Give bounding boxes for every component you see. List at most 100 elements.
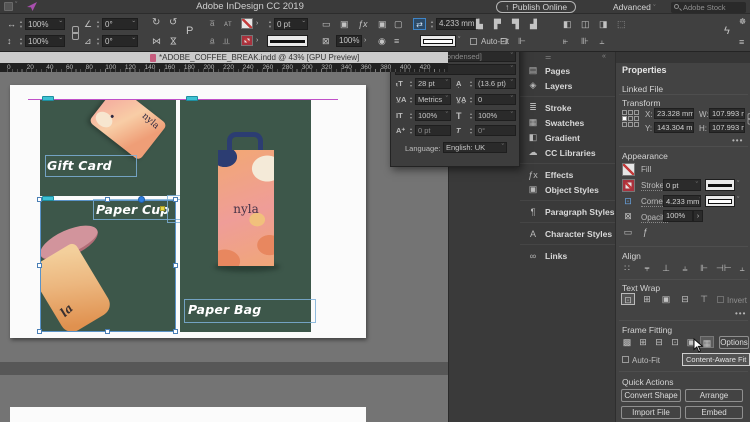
text-wrap-more-icon[interactable]: ••• xyxy=(735,309,746,318)
kerning-field[interactable]: Metrics xyxy=(415,94,451,105)
superscript-icon[interactable]: a̅ xyxy=(210,18,214,30)
rotate-cw-button[interactable]: ↻ xyxy=(152,17,160,29)
vscale-stepper[interactable]: ▴▾ xyxy=(408,112,414,120)
corner-edit-widget[interactable] xyxy=(160,206,165,211)
rotation-stepper[interactable]: ▴▾ xyxy=(95,20,101,29)
gap-value-field[interactable]: 4.233 mm xyxy=(436,18,478,30)
select-content-icon[interactable]: ▢ xyxy=(394,18,403,30)
tracking-stepper[interactable]: ▴▾ xyxy=(468,96,474,104)
dock-item-object-styles[interactable]: ▣Object Styles xyxy=(520,182,615,197)
collapse-panels-icon[interactable]: « xyxy=(602,53,606,60)
h-field[interactable]: 107.993 mm xyxy=(709,122,745,133)
paper-cup-frame[interactable]: la xyxy=(40,200,176,332)
dock-grip-icon[interactable]: ⚌ xyxy=(545,53,551,61)
dock-item-cc-libraries[interactable]: ☁CC Libraries xyxy=(520,145,615,160)
align-to-icon[interactable]: ∷ xyxy=(620,262,634,274)
align-center-v-icon[interactable]: ⊣⊢ xyxy=(716,262,730,274)
gift-card-label[interactable]: Gift Card xyxy=(47,158,112,173)
rotate-ccw-button[interactable]: ↺ xyxy=(169,17,177,29)
stroke-weight-stepper[interactable]: ▴▾ xyxy=(267,20,273,29)
scale-w-field[interactable]: 100% xyxy=(25,18,65,30)
page-2[interactable] xyxy=(10,407,366,422)
stroke-swatch[interactable] xyxy=(622,179,635,192)
dock-item-stroke[interactable]: ≣Stroke xyxy=(520,100,615,115)
handle-bottom-right[interactable] xyxy=(173,329,178,334)
wrap-jump-column-icon[interactable]: ⊤ xyxy=(697,293,711,305)
workspace-switcher[interactable]: Advanced ˇ xyxy=(613,2,656,12)
stroke-preview-dropdown[interactable] xyxy=(420,35,456,47)
horizontal-ruler[interactable]: 0204060801001201401601802002202402602803… xyxy=(0,63,448,72)
dock-item-layers[interactable]: ◈Layers xyxy=(520,78,615,93)
stroke-weight-field[interactable]: 0 pt xyxy=(663,179,701,191)
opacity-flyout-icon[interactable]: › xyxy=(693,210,703,222)
character-formatting-icon[interactable]: P xyxy=(186,25,193,37)
flip-horizontal-button[interactable]: ⋈ xyxy=(152,35,161,47)
search-input[interactable]: Adobe Stock xyxy=(671,2,746,13)
tab-properties[interactable]: Properties xyxy=(622,65,667,75)
stroke-link[interactable]: Stroke xyxy=(641,181,664,191)
frame-corner-icon[interactable]: ▭ xyxy=(322,18,331,30)
align-right-icon[interactable]: ⫨ xyxy=(678,262,692,274)
align-bottom-icon[interactable]: ⫠ xyxy=(735,262,749,274)
shear-field[interactable]: 0° xyxy=(102,35,138,47)
font-size-field[interactable]: 28 pt xyxy=(415,78,451,89)
w-field[interactable]: 107.993 mm xyxy=(709,108,745,119)
vertical-scale-field[interactable]: 100% xyxy=(415,110,451,121)
reference-point-grid[interactable] xyxy=(622,110,639,127)
small-caps-icon[interactable]: ᴀᴛ xyxy=(224,18,232,30)
wrap-none-icon[interactable]: ◉ xyxy=(378,35,386,47)
horizontal-scale-field[interactable]: 100% xyxy=(475,110,516,121)
handle-mid-right[interactable] xyxy=(173,263,178,268)
dock-item-gradient[interactable]: ◧Gradient xyxy=(520,130,615,145)
center-content-icon[interactable]: ⊡ xyxy=(668,336,682,348)
gift-card-frame[interactable]: nyla xyxy=(40,100,176,196)
corner-link[interactable]: Corner xyxy=(641,197,665,207)
skew-field[interactable]: 0° xyxy=(475,125,516,136)
baseline-stepper[interactable]: ▴▾ xyxy=(408,127,414,135)
skew-stepper[interactable]: ▴▾ xyxy=(468,127,474,135)
convert-shape-button[interactable]: Convert Shape xyxy=(621,389,681,402)
underline-icon[interactable]: ı̲ı̲ xyxy=(224,35,228,47)
handle-bottom-center[interactable] xyxy=(105,329,110,334)
object-effect-icon[interactable]: ▣ xyxy=(340,18,349,30)
auto-fit-checkbox[interactable] xyxy=(470,38,477,45)
flip-vertical-button[interactable]: ⋈ xyxy=(168,37,180,46)
corner-style-dropdown[interactable] xyxy=(705,195,735,207)
language-select[interactable]: English: UK xyxy=(443,142,507,153)
gap-stepper[interactable]: ▴▾ xyxy=(429,20,435,29)
handle-top-right[interactable] xyxy=(173,197,178,202)
fill-flyout-icon[interactable]: › xyxy=(256,18,258,30)
scale-h-field[interactable]: 100% xyxy=(25,35,65,47)
dock-item-links[interactable]: ∞Links xyxy=(520,248,615,263)
publish-online-button[interactable]: ↑Publish Online xyxy=(496,1,576,13)
wrap-bound-icon[interactable]: ≡ xyxy=(394,35,399,47)
wrap-jump-object-icon[interactable]: ⊟ xyxy=(678,293,692,305)
stroke-swatch[interactable] xyxy=(241,35,253,46)
align-center-icon[interactable]: ◫ xyxy=(581,18,590,30)
paper-bag-frame[interactable]: nyla xyxy=(180,100,311,332)
link-badge-cup[interactable] xyxy=(42,196,54,201)
opacity-field[interactable]: 100% xyxy=(663,210,693,222)
fit-content-prop-icon[interactable]: ⊞ xyxy=(636,336,650,348)
dock-item-paragraph-styles[interactable]: ¶Paragraph Styles xyxy=(520,204,615,219)
align-center-h-icon[interactable]: ⊥ xyxy=(659,262,673,274)
dist-bottom-icon[interactable]: ⫠ xyxy=(599,35,604,47)
scale-w-stepper[interactable]: ▴▾ xyxy=(18,20,24,29)
stroke-style-dropdown[interactable] xyxy=(705,179,735,191)
dock-item-swatches[interactable]: ▦Swatches xyxy=(520,115,615,130)
stroke-weight-field[interactable]: 0 pt xyxy=(274,18,308,30)
arrange-button[interactable]: Arrange xyxy=(685,389,743,402)
fill-prop-icon[interactable]: ▟ xyxy=(530,18,537,30)
scale-h-stepper[interactable]: ▴▾ xyxy=(18,37,24,46)
options-button[interactable]: Options xyxy=(719,336,749,349)
link-badge-gift[interactable] xyxy=(42,96,54,101)
wrap-none-icon[interactable]: ⊡ xyxy=(621,293,635,305)
link-badge-bag[interactable] xyxy=(186,96,198,101)
align-left-icon[interactable]: ⫧ xyxy=(640,262,654,274)
tracking-field[interactable]: 0 xyxy=(475,94,516,105)
handle-bottom-left[interactable] xyxy=(37,329,42,334)
handle-mid-left[interactable] xyxy=(37,263,42,268)
import-file-button[interactable]: Import File xyxy=(621,406,681,419)
content-grabber[interactable] xyxy=(138,196,145,203)
stroke-flyout-icon[interactable]: › xyxy=(256,35,258,47)
